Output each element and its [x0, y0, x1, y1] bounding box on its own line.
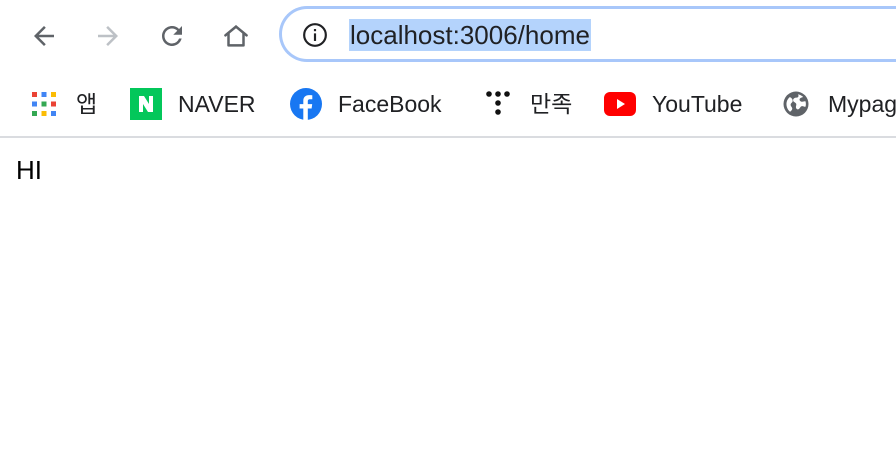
- naver-icon: [130, 88, 162, 120]
- bookmark-facebook[interactable]: FaceBook: [290, 88, 442, 120]
- address-bar[interactable]: localhost:3006/home: [279, 6, 896, 62]
- reload-icon: [162, 26, 182, 46]
- bookmark-apps[interactable]: 앱: [28, 88, 97, 120]
- back-arrow-icon: [34, 26, 54, 46]
- bookmarks-bar: 앱 NAVER FaceBook 만족 YouTube Mypag: [0, 74, 896, 136]
- bookmark-label: FaceBook: [338, 91, 442, 117]
- browser-toolbar: localhost:3006/home: [0, 0, 896, 74]
- page-body-text: HI: [16, 155, 42, 185]
- forward-button[interactable]: [88, 16, 128, 56]
- back-button[interactable]: [24, 16, 64, 56]
- apps-grid-icon: [28, 88, 60, 120]
- browser-window: localhost:3006/home 앱 NAVER FaceBook 만족 …: [0, 0, 896, 468]
- bookmark-label: YouTube: [652, 91, 743, 117]
- url-text[interactable]: localhost:3006/home: [349, 19, 591, 51]
- bookmark-label: Mypage: [828, 91, 896, 117]
- youtube-icon: [604, 88, 636, 120]
- facebook-icon: [290, 88, 322, 120]
- info-icon[interactable]: [302, 22, 328, 48]
- bookmark-label: NAVER: [178, 91, 256, 117]
- bookmark-youtube[interactable]: YouTube: [604, 88, 742, 120]
- bookmark-label: 앱: [76, 91, 98, 117]
- home-button[interactable]: [216, 16, 256, 56]
- reload-button[interactable]: [152, 16, 192, 56]
- forward-arrow-icon: [98, 26, 118, 46]
- bookmark-label: 만족: [530, 91, 573, 117]
- bookmark-mypage[interactable]: Mypage: [780, 88, 896, 120]
- page-content: HI: [0, 138, 896, 468]
- home-icon: [224, 25, 248, 47]
- globe-icon: [780, 88, 812, 120]
- bookmark-manjok[interactable]: 만족: [482, 88, 572, 120]
- dots-icon: [482, 88, 514, 120]
- bookmark-naver[interactable]: NAVER: [130, 88, 256, 120]
